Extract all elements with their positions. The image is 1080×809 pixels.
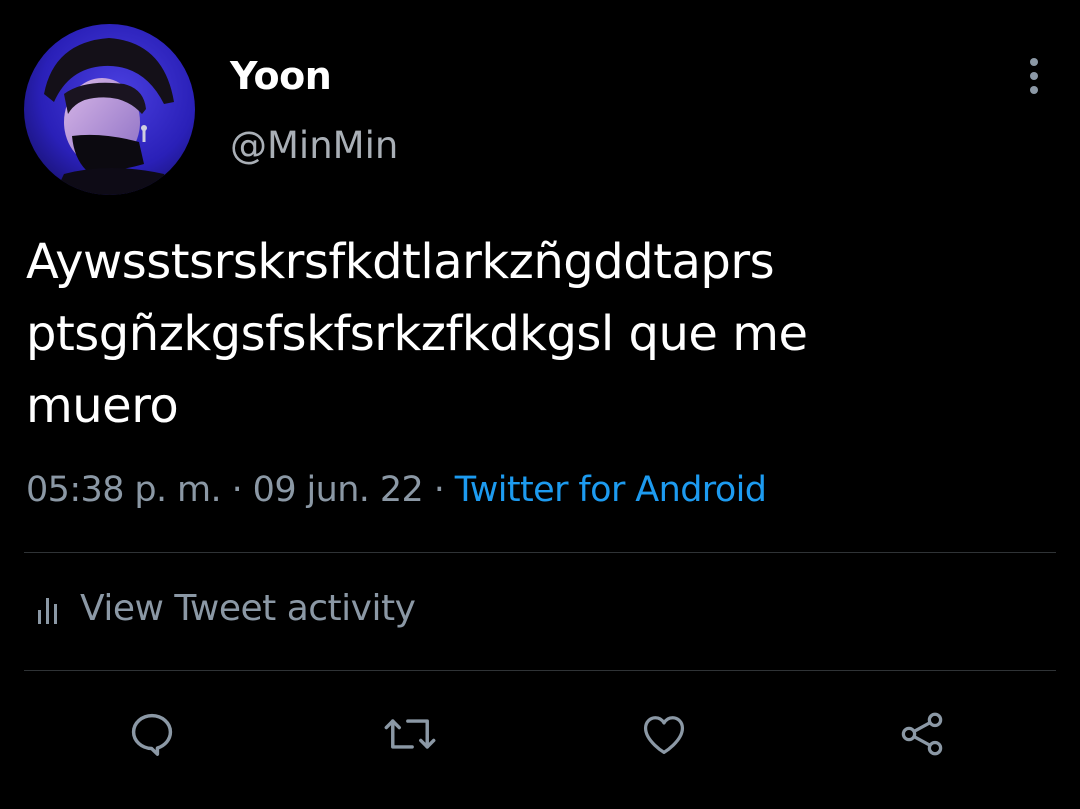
share-icon bbox=[901, 712, 943, 756]
tweet-text: Aywsstsrskrsfkdtlarkzñgddtaprs ptsgñzkgs… bbox=[26, 226, 1046, 442]
divider bbox=[24, 552, 1056, 553]
tweet-text-line: Aywsstsrskrsfkdtlarkzñgddtaprs bbox=[26, 234, 775, 290]
share-button[interactable] bbox=[892, 704, 952, 764]
view-tweet-activity-button[interactable]: View Tweet activity bbox=[36, 588, 416, 629]
display-name[interactable]: Yoon bbox=[230, 54, 332, 98]
divider bbox=[24, 670, 1056, 671]
tweet-date: 09 jun. 22 bbox=[252, 470, 424, 510]
retweet-icon bbox=[384, 719, 436, 749]
meta-separator: · bbox=[423, 470, 455, 510]
more-options-dot bbox=[1030, 72, 1038, 80]
tweet-text-line: ptsgñzkgsfskfsrkzfkdkgsl que me bbox=[26, 306, 808, 362]
reply-icon bbox=[131, 713, 173, 756]
heart-icon bbox=[643, 716, 685, 755]
meta-separator: · bbox=[221, 470, 253, 510]
tweet-detail: Yoon @MinMin Aywsstsrskrsfkdtlarkzñgddta… bbox=[0, 0, 1080, 809]
tweet-source-link[interactable]: Twitter for Android bbox=[455, 470, 767, 510]
more-options-button[interactable] bbox=[1012, 54, 1056, 98]
retweet-button[interactable] bbox=[380, 704, 440, 764]
avatar-image bbox=[24, 24, 195, 195]
more-options-dot bbox=[1030, 86, 1038, 94]
user-handle[interactable]: @MinMin bbox=[230, 124, 398, 167]
like-button[interactable] bbox=[634, 704, 694, 764]
tweet-meta: 05:38 p. m. · 09 jun. 22 · Twitter for A… bbox=[26, 470, 767, 510]
avatar[interactable] bbox=[24, 24, 195, 195]
tweet-text-line: muero bbox=[26, 378, 179, 434]
view-tweet-activity-label: View Tweet activity bbox=[80, 588, 416, 629]
more-options-icon bbox=[1030, 58, 1038, 66]
tweet-time: 05:38 p. m. bbox=[26, 470, 222, 510]
reply-button[interactable] bbox=[122, 704, 182, 764]
bar-chart-icon bbox=[38, 597, 57, 624]
